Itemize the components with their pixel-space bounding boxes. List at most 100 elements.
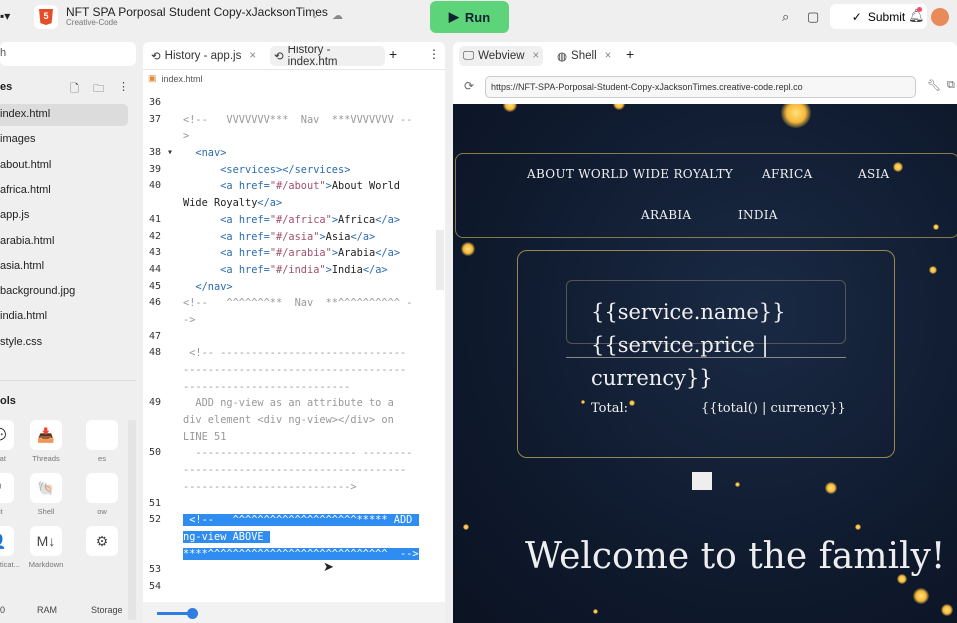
code-area[interactable]: 36 37 <!-- VVVVVVV*** Nav ***VVVVVVV -- >38… — [143, 95, 445, 596]
file-item[interactable]: about.html — [0, 155, 128, 177]
tab-webview[interactable]: 🖵 Webview × — [459, 46, 544, 66]
search-icon[interactable]: ⌕ — [782, 9, 789, 25]
code-line[interactable]: 39 <services></services> — [143, 162, 445, 179]
line-number: 41 — [149, 213, 162, 225]
tab-label: Shell — [571, 50, 597, 62]
project-title[interactable]: NFT SPA Porposal Student Copy-xJacksonTi… — [66, 5, 328, 19]
tab-shell[interactable]: ◍ Shell × — [557, 46, 611, 66]
code-line[interactable]: 43 <a href="#/arabia">Arabia</a> — [143, 245, 445, 262]
tool-tile[interactable]: ⑂ — [0, 473, 14, 503]
more-icon[interactable]: ⋮ — [118, 80, 129, 93]
service-name: {{service.name}} — [591, 300, 786, 324]
file-item[interactable]: images — [0, 129, 128, 151]
search-input[interactable]: h — [0, 42, 136, 66]
nav-link-africa[interactable]: AFRICA — [762, 167, 812, 181]
new-folder-icon[interactable]: 🗀 — [93, 80, 104, 99]
code-line[interactable]: 38 ▾ <nav> — [143, 145, 445, 162]
url-bar[interactable]: https://NFT-SPA-Porposal-Student-Copy-xJ… — [485, 76, 916, 98]
nav-link-asia[interactable]: ASIA — [858, 167, 890, 181]
file-item[interactable]: background.jpg — [0, 281, 128, 303]
code-line[interactable]: Wide Royalty</a> — [143, 195, 445, 212]
tab-history-index-html[interactable]: ⟲ History - index.htm — [270, 46, 385, 66]
chevron-down-icon[interactable]: ⌄ — [311, 10, 319, 21]
add-tab-icon[interactable]: + — [389, 46, 397, 62]
code-line[interactable]: 46 <!-- ^^^^^^^** Nav **^^^^^^^^^^ - — [143, 295, 445, 312]
file-item[interactable]: india.html — [0, 306, 128, 328]
close-icon[interactable]: × — [249, 50, 256, 62]
run-button[interactable]: ▶ Run — [430, 1, 509, 33]
nav-link-india[interactable]: INDIA — [738, 208, 778, 222]
code-line[interactable]: div element <div ng-view></div> on — [143, 412, 445, 429]
code-line[interactable]: 48 <!-- ------------------------------ — [143, 345, 445, 362]
tool-tile[interactable] — [86, 473, 118, 503]
tools-scrollbar[interactable] — [128, 420, 136, 620]
chat-icon[interactable]: ▢ — [807, 9, 819, 25]
code-line[interactable]: 50 -------------------------- -------- — [143, 445, 445, 462]
code-line[interactable]: 40 <a href="#/about">About World — [143, 178, 445, 195]
add-tab-icon[interactable]: + — [626, 46, 634, 62]
divider — [566, 357, 846, 358]
vertical-scrollbar[interactable] — [436, 230, 444, 290]
code-line[interactable]: 53 — [143, 562, 445, 579]
code-line[interactable]: 45 </nav> — [143, 279, 445, 296]
open-external-icon[interactable]: ⧉ — [947, 79, 955, 92]
code-line[interactable]: 36 — [143, 95, 445, 112]
code-line[interactable]: ****^^^^^^^^^^^^^^^^^^^^^^^^^^^^^ --> — [143, 546, 445, 563]
line-number: 51 — [149, 497, 162, 509]
tool-tile[interactable]: M↓ — [30, 526, 62, 556]
close-icon[interactable]: × — [605, 50, 612, 62]
submit-label: Submit — [867, 9, 906, 24]
file-item[interactable]: arabia.html — [0, 231, 128, 253]
file-item[interactable]: app.js — [0, 205, 128, 227]
file-item[interactable]: style.css — [0, 332, 128, 354]
horizontal-scrollbar[interactable] — [143, 602, 445, 623]
code-line[interactable]: 49 ADD ng-view as an attribute to a — [143, 395, 445, 412]
code-line[interactable]: --------------------------- — [143, 379, 445, 396]
menu-icon[interactable]: ▪▾ — [0, 9, 10, 23]
file-item[interactable]: asia.html — [0, 256, 128, 278]
code-token: <a — [220, 263, 239, 276]
line-number: 36 — [149, 97, 162, 108]
code-line[interactable]: LINE 51 — [143, 429, 445, 446]
more-icon[interactable]: ⋮ — [428, 47, 440, 61]
tool-tile[interactable]: 💬 — [0, 420, 14, 450]
code-line[interactable]: 52 <!-- ^^^^^^^^^^^^^^^^^^^^***** ADD — [143, 512, 445, 529]
code-line[interactable]: > — [143, 128, 445, 145]
tool-tile[interactable] — [86, 420, 118, 450]
file-item[interactable]: africa.html — [0, 180, 128, 202]
code-line[interactable]: ------------------------------------ — [143, 462, 445, 479]
tool-tile[interactable]: ⚙ — [86, 526, 118, 556]
line-text: -> — [183, 312, 195, 329]
code-line[interactable]: 41 <a href="#/africa">Africa</a> — [143, 212, 445, 229]
line-text: <a href="#/about">About World — [183, 178, 400, 195]
breadcrumb-file[interactable]: index.html — [162, 74, 203, 84]
close-icon[interactable]: × — [533, 50, 540, 62]
code-line[interactable]: 37 <!-- VVVVVVV*** Nav ***VVVVVVV -- — [143, 112, 445, 129]
line-number: 52 — [149, 514, 162, 526]
tool-tile[interactable]: 📥 — [30, 420, 62, 450]
file-item[interactable]: index.html — [0, 104, 128, 126]
code-token: <!-- ^^^^^^^^^^^^^^^^^^^^***** ADD — [183, 514, 419, 527]
code-line[interactable]: ---------------------------> — [143, 479, 445, 496]
code-line[interactable]: 54 — [143, 579, 445, 596]
wrench-icon[interactable]: 🔧︎ — [927, 79, 941, 92]
total-value: {{total() | currency}} — [701, 401, 846, 416]
nav-link-arabia[interactable]: ARABIA — [641, 208, 691, 222]
code-line[interactable]: ------------------------------------ — [143, 362, 445, 379]
nav-link-about[interactable]: ABOUT WORLD WIDE ROYALTY — [527, 167, 733, 181]
avatar[interactable] — [931, 8, 949, 26]
tab-history-app-js[interactable]: ⟲ History - app.js × — [151, 46, 256, 66]
tool-tile[interactable]: 🐚 — [30, 473, 62, 503]
code-line[interactable]: 42 <a href="#/asia">Asia</a> — [143, 229, 445, 246]
new-file-icon[interactable]: 🗋 — [70, 80, 79, 99]
tool-tile[interactable]: 👤 — [0, 526, 14, 556]
line-text: <!-- ^^^^^^^^^^^^^^^^^^^^***** ADD — [183, 512, 419, 529]
scrollbar-handle[interactable] — [187, 608, 198, 619]
reload-icon[interactable]: ⟳ — [464, 79, 474, 93]
code-line[interactable]: -> — [143, 312, 445, 329]
code-line[interactable]: ng-view ABOVE — [143, 529, 445, 546]
code-line[interactable]: 44 <a href="#/india">India</a> — [143, 262, 445, 279]
line-text: <a href="#/arabia">Arabia</a> — [183, 245, 400, 262]
code-line[interactable]: 51 — [143, 496, 445, 513]
code-line[interactable]: 47 — [143, 329, 445, 346]
